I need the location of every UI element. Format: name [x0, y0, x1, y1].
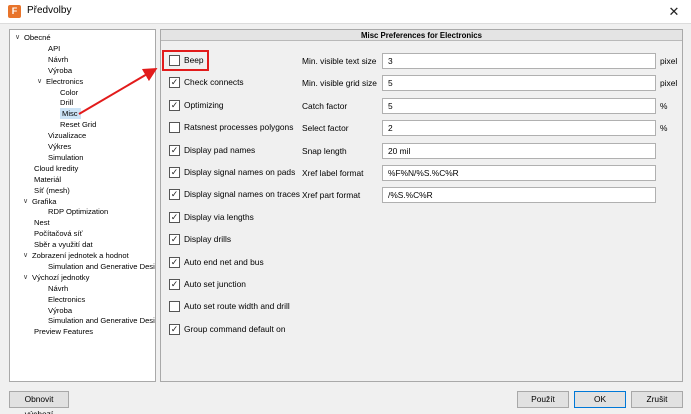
- checkbox-label: Auto set route width and drill: [184, 301, 290, 312]
- close-icon[interactable]: ✕: [665, 3, 683, 21]
- field-label: Catch factor: [302, 100, 348, 111]
- checkbox-checked[interactable]: ✓: [169, 256, 180, 268]
- checkbox-unchecked[interactable]: [169, 122, 180, 134]
- tree-item[interactable]: Grafika: [32, 196, 56, 207]
- text-field[interactable]: 5: [382, 75, 656, 92]
- tree-item[interactable]: API: [48, 43, 60, 54]
- tree-item[interactable]: Zobrazení jednotek a hodnot: [32, 250, 129, 261]
- title-bar: F Předvolby ✕: [0, 0, 691, 24]
- unit-label: pixel: [660, 78, 678, 89]
- tree-item[interactable]: Návrh: [48, 283, 68, 294]
- text-field[interactable]: 2: [382, 120, 656, 137]
- tree-item[interactable]: Výroba: [48, 305, 72, 316]
- tree-item[interactable]: Simulation: [48, 152, 83, 163]
- tree-item[interactable]: RDP Optimization: [48, 206, 108, 217]
- apply-button[interactable]: Použít: [517, 391, 569, 408]
- tree-item[interactable]: Návrh: [48, 54, 68, 65]
- tree-item[interactable]: Cloud kredity: [34, 163, 78, 174]
- checkbox-label: Check connects: [184, 77, 244, 88]
- checkbox-label: Display signal names on traces: [184, 189, 300, 200]
- preferences-tree[interactable]: ∨ Obecné API Návrh Výroba ∨ Electronics Color Dr…: [9, 29, 156, 382]
- checkbox-label: Auto end net and bus: [184, 256, 264, 267]
- tree-item[interactable]: Výchozí jednotky: [32, 272, 89, 283]
- tree-item[interactable]: Nest: [34, 217, 50, 228]
- tree-item[interactable]: Reset Grid: [60, 119, 96, 130]
- tree-item[interactable]: Color: [60, 87, 78, 98]
- tree-item[interactable]: Preview Features: [34, 326, 93, 337]
- tree-item[interactable]: Výkres: [48, 141, 71, 152]
- checkbox-checked[interactable]: ✓: [169, 211, 180, 223]
- misc-preferences-panel: Misc Preferences for Electronics Beep ✓ Ch…: [160, 29, 683, 382]
- checkbox-label: Optimizing: [184, 99, 224, 110]
- annotation-highlight-box: [162, 50, 209, 71]
- chevron-down-icon[interactable]: ∨: [23, 272, 28, 283]
- checkbox-checked[interactable]: ✓: [169, 144, 180, 156]
- checkbox-checked[interactable]: ✓: [169, 323, 180, 335]
- text-field[interactable]: /%S.%C%R: [382, 187, 656, 204]
- checkbox-checked[interactable]: ✓: [169, 167, 180, 178]
- chevron-down-icon[interactable]: ∨: [37, 76, 42, 87]
- checkbox-label: Ratsnest processes polygons: [184, 122, 294, 133]
- tree-item[interactable]: Electronics: [46, 76, 83, 87]
- chevron-down-icon[interactable]: ∨: [23, 250, 28, 261]
- tree-item[interactable]: Vizualizace: [48, 130, 86, 141]
- field-label: Select factor: [302, 123, 349, 134]
- unit-label: %: [660, 123, 668, 134]
- window-title: Předvolby: [27, 5, 72, 16]
- checkbox-checked[interactable]: ✓: [169, 77, 180, 89]
- tree-item[interactable]: Electronics: [48, 294, 85, 305]
- tree-item[interactable]: Obecné: [24, 32, 51, 43]
- field-label: Min. visible text size: [302, 56, 377, 66]
- tree-item[interactable]: Počítačová síť: [34, 228, 82, 239]
- tree-item[interactable]: Simulation and Generative Design: [48, 315, 155, 326]
- field-label: Xref part format: [302, 190, 361, 201]
- panel-header: Misc Preferences for Electronics: [161, 30, 682, 41]
- field-label: Min. visible grid size: [302, 78, 377, 89]
- checkbox-label: Display drills: [184, 234, 232, 245]
- checkbox-label: Auto set junction: [184, 279, 246, 289]
- tree-item[interactable]: Simulation and Generative Design: [48, 261, 155, 272]
- field-label: Xref label format: [302, 168, 364, 178]
- checkbox-checked[interactable]: ✓: [169, 234, 180, 246]
- checkbox-label: Display pad names: [184, 144, 256, 155]
- tree-item[interactable]: Sběr a využití dat: [34, 239, 93, 250]
- text-field[interactable]: 20 mil: [382, 142, 656, 159]
- checkbox-checked[interactable]: ✓: [169, 279, 180, 290]
- text-field[interactable]: 3: [382, 53, 656, 69]
- checkbox-label: Group command default on: [184, 323, 286, 334]
- ok-button[interactable]: OK: [574, 391, 626, 408]
- cancel-button[interactable]: Zrušit: [631, 391, 683, 408]
- checkbox-label: Display signal names on pads: [184, 167, 296, 177]
- chevron-down-icon[interactable]: ∨: [23, 196, 28, 207]
- tree-item[interactable]: Materiál: [34, 174, 61, 185]
- unit-label: %: [660, 100, 668, 111]
- tree-item[interactable]: Drill: [60, 97, 73, 108]
- chevron-down-icon[interactable]: ∨: [15, 32, 20, 43]
- fusion-app-icon: F: [8, 5, 21, 18]
- field-label: Snap length: [302, 145, 347, 156]
- checkbox-checked[interactable]: ✓: [169, 99, 180, 111]
- tree-item[interactable]: Síť (mesh): [34, 185, 70, 196]
- text-field[interactable]: 5: [382, 97, 656, 114]
- text-field[interactable]: %F%N/%S.%C%R: [382, 165, 656, 181]
- checkbox-unchecked[interactable]: [169, 301, 180, 313]
- tree-item[interactable]: Misc: [60, 108, 81, 120]
- reset-defaults-button[interactable]: Obnovit výchozí: [9, 391, 69, 414]
- unit-label: pixel: [660, 56, 678, 66]
- checkbox-label: Display via lengths: [184, 211, 254, 222]
- tree-item[interactable]: Výroba: [48, 65, 72, 76]
- checkbox-checked[interactable]: ✓: [169, 189, 180, 201]
